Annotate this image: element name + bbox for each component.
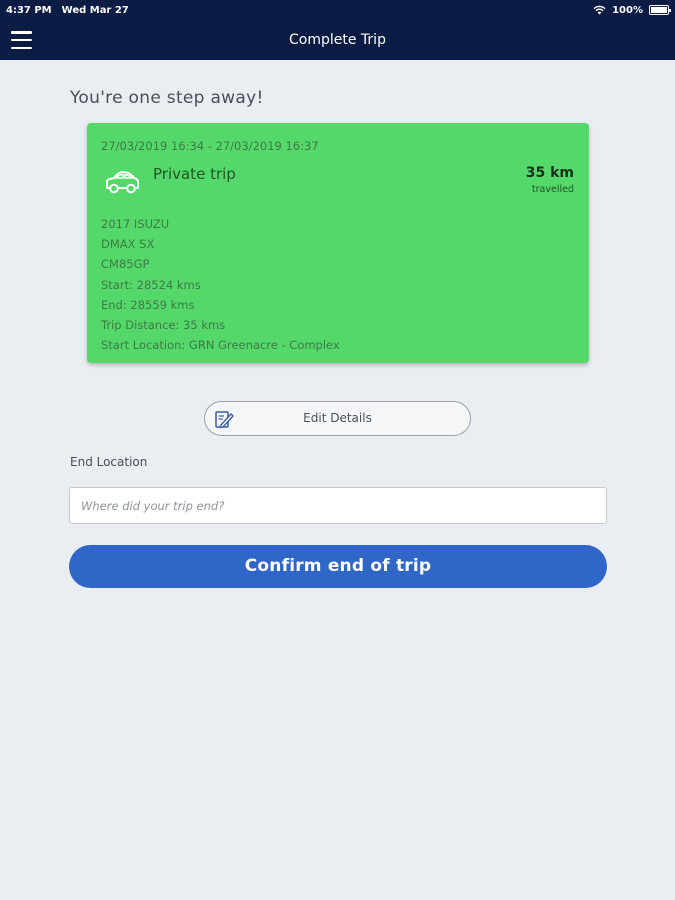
status-bar: 4:37 PM Wed Mar 27 100% [0, 0, 675, 20]
trip-detail-line: Trip Distance: 35 kms [101, 318, 226, 333]
battery-icon [649, 5, 671, 15]
trip-dates: 27/03/2019 16:34 - 27/03/2019 16:37 [101, 139, 319, 153]
edit-details-label: Edit Details [303, 411, 372, 425]
trip-detail-line: End: 28559 kms [101, 297, 195, 312]
nav-bar: Complete Trip [0, 20, 675, 60]
status-time: 4:37 PM [6, 4, 52, 16]
trip-card: 27/03/2019 16:34 - 27/03/2019 16:37 Priv… [87, 123, 589, 363]
end-location-input[interactable] [69, 487, 607, 524]
car-icon [106, 171, 139, 194]
status-left: 4:37 PM Wed Mar 27 [6, 5, 129, 16]
headline: You're one step away! [70, 88, 264, 108]
trip-detail-line: 2017 ISUZU [101, 217, 170, 231]
trip-detail-line: Start: 28524 kms [101, 277, 201, 292]
trip-detail-line: CM85GP [101, 257, 150, 272]
trip-distance: 35 km [525, 165, 574, 181]
trip-detail-line: Start Location: GRN Greenacre - Complex [101, 338, 340, 353]
battery-level [651, 7, 667, 13]
trip-distance-label: travelled [531, 184, 574, 195]
trip-type: Private trip [153, 165, 236, 183]
battery-percent: 100% [612, 4, 643, 16]
status-right: 100% [593, 4, 671, 16]
confirm-end-of-trip-button[interactable]: Confirm end of trip [69, 545, 607, 588]
page-title: Complete Trip [289, 32, 386, 48]
wifi-icon [593, 5, 606, 15]
end-location-label: End Location [70, 455, 148, 469]
status-date: Wed Mar 27 [61, 4, 129, 16]
trip-detail-line: DMAX SX [101, 237, 155, 252]
edit-details-button[interactable]: Edit Details [204, 401, 471, 436]
trip-details: 2017 ISUZU DMAX SX CM85GP Start: 28524 k… [101, 214, 340, 355]
